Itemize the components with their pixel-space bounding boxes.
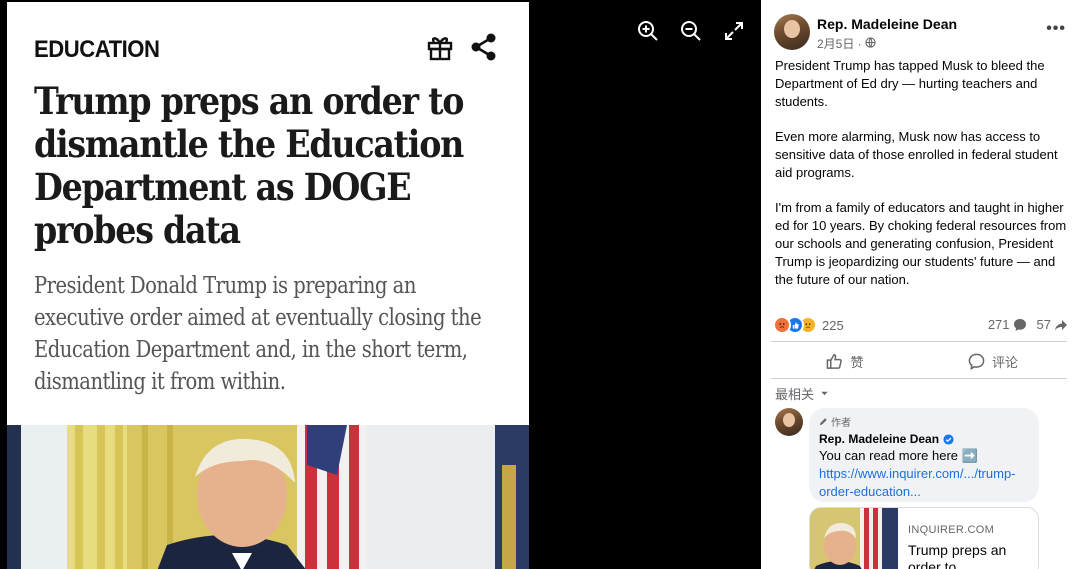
share-count[interactable]: 57	[1037, 317, 1068, 332]
section-label: EDUCATION	[34, 36, 160, 63]
comment-label: 评论	[991, 354, 1018, 370]
divider	[771, 341, 1067, 342]
article-photo	[7, 425, 529, 569]
verified-badge-icon	[943, 433, 954, 445]
post-panel: Rep. Madeleine Dean 2月5日 · ••• President…	[761, 0, 1080, 569]
zoom-out-icon[interactable]	[680, 20, 702, 42]
comment-text: You can read more here ➡️	[819, 448, 978, 463]
comment-bubble-icon	[1013, 318, 1026, 331]
link-site: INQUIRER.COM	[908, 524, 995, 536]
link-title: Trump preps an order to...	[908, 542, 1007, 569]
post-paragraph: Even more alarming, Musk now has access …	[775, 129, 1058, 180]
photo-viewer: EDUCATION Trump preps an order to disman…	[0, 0, 761, 569]
share-count-text[interactable]: 57	[1037, 317, 1051, 332]
reaction-summary[interactable]: 225	[773, 316, 844, 334]
trump-photo-image	[7, 425, 529, 569]
post-date[interactable]: 2月5日 ·	[817, 35, 876, 52]
post-text: President Trump has tapped Musk to bleed…	[775, 57, 1067, 306]
comment-button[interactable]: 评论	[919, 346, 1067, 376]
divider	[771, 378, 1067, 379]
thumbs-up-icon	[827, 353, 843, 369]
comment-count-text[interactable]: 271	[988, 317, 1010, 332]
comment-count[interactable]: 271	[988, 317, 1027, 332]
author-avatar[interactable]	[774, 14, 810, 50]
article-dek: President Donald Trump is preparing an e…	[34, 273, 482, 395]
comment-author-name[interactable]: Rep. Madeleine Dean	[819, 432, 939, 446]
comment-bubble: 作者 Rep. Madeleine Dean You can read more…	[809, 408, 1039, 502]
post-paragraph: President Trump has tapped Musk to bleed…	[775, 58, 1045, 109]
comment-icon	[968, 353, 985, 370]
caret-down-icon	[821, 391, 828, 396]
post-date-text[interactable]: 2月5日 ·	[817, 35, 862, 52]
angry-reaction-icon	[773, 316, 791, 334]
sort-label[interactable]: 最相关	[775, 384, 814, 403]
article-headline: Trump preps an order to dismantle the Ed…	[34, 79, 464, 252]
reaction-count[interactable]: 225	[822, 318, 844, 333]
expand-icon[interactable]	[723, 20, 745, 42]
zoom-in-icon[interactable]	[637, 20, 659, 42]
comment-link[interactable]: https://www.inquirer.com/.../trump-order…	[819, 465, 1029, 501]
gift-icon	[425, 32, 455, 62]
more-options-icon[interactable]: •••	[1046, 20, 1066, 38]
share-icon	[469, 32, 499, 62]
comment-author[interactable]: Rep. Madeleine Dean	[819, 432, 1029, 446]
like-label: 赞	[850, 354, 864, 370]
comment-sort-dropdown[interactable]: 最相关	[775, 384, 829, 403]
commenter-avatar[interactable]	[775, 408, 803, 436]
author-badge-text: 作者	[831, 418, 851, 429]
globe-icon	[865, 36, 876, 51]
author-badge: 作者	[819, 414, 1029, 429]
share-arrow-icon	[1055, 319, 1067, 330]
article-image: EDUCATION Trump preps an order to disman…	[7, 2, 529, 569]
post-author-name[interactable]: Rep. Madeleine Dean	[817, 16, 957, 32]
link-preview-card[interactable]: INQUIRER.COM Trump preps an order to...	[809, 507, 1039, 569]
link-thumbnail	[810, 508, 898, 569]
like-button[interactable]: 赞	[771, 346, 919, 376]
pencil-icon	[819, 418, 827, 426]
post-paragraph: I'm from a family of educators and taugh…	[775, 200, 1067, 287]
